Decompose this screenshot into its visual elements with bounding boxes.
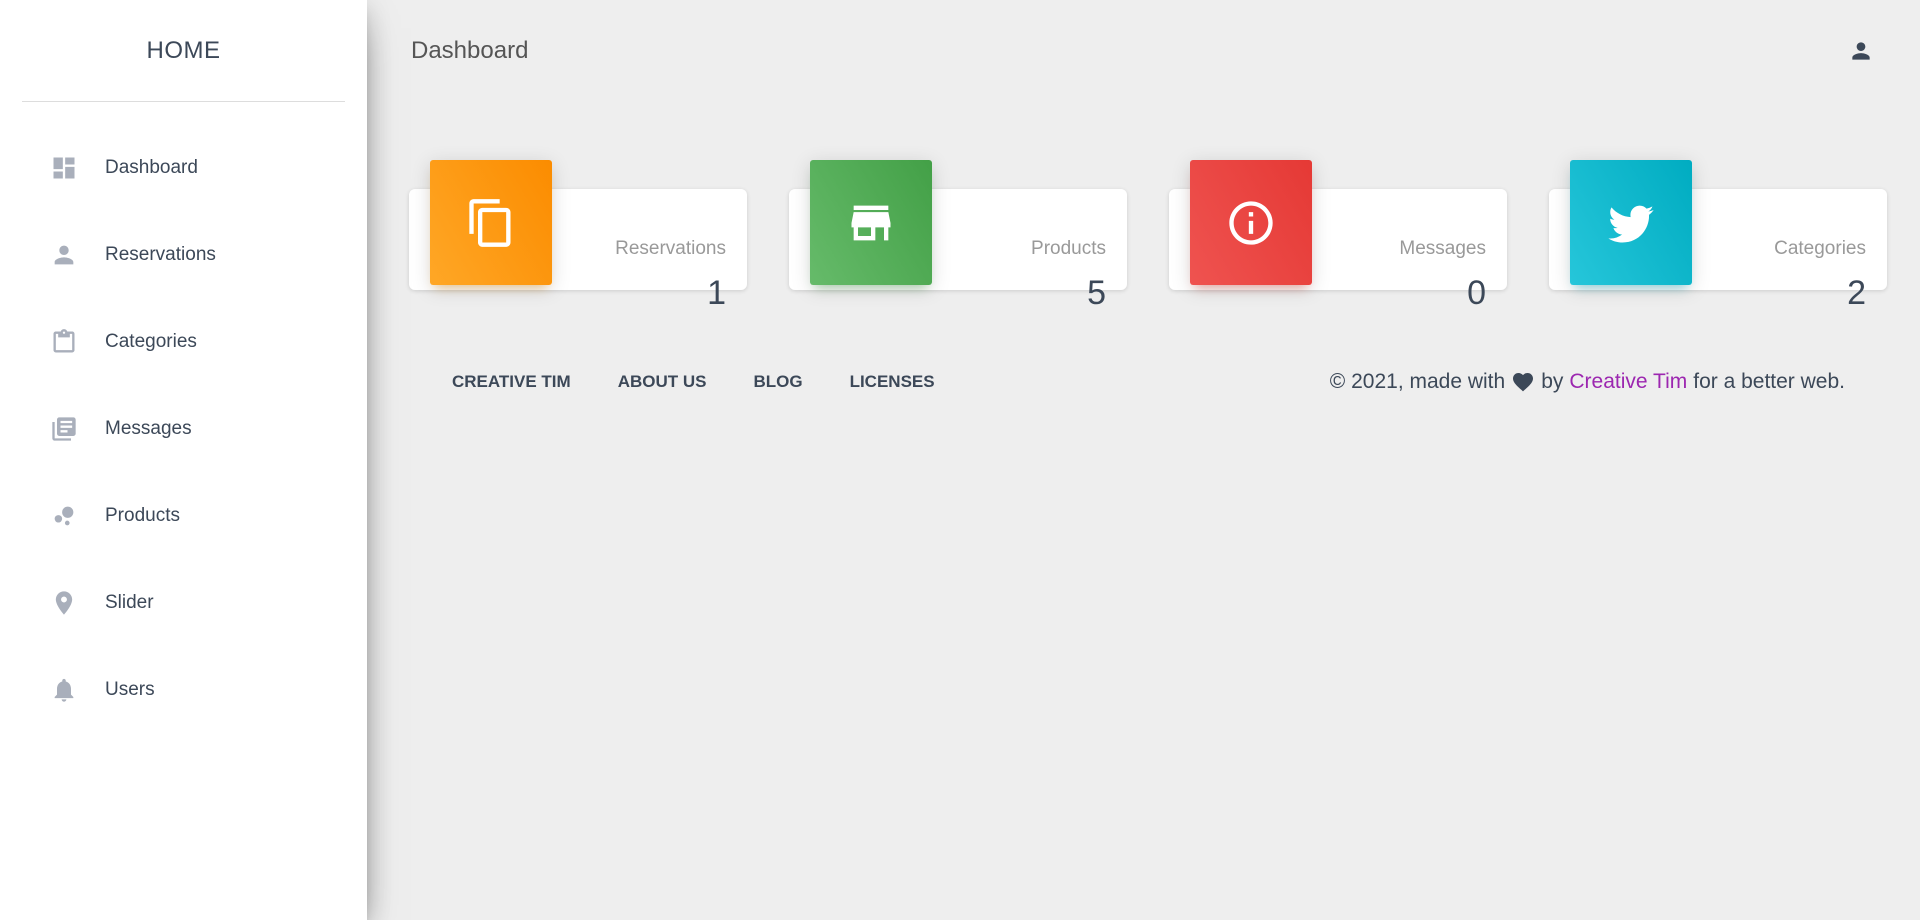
card-value: 0 <box>1467 274 1486 312</box>
sidebar-item-label: Slider <box>105 591 154 613</box>
sidebar-item-label: Products <box>105 504 180 526</box>
bubble-chart-icon <box>49 501 79 531</box>
clipboard-icon <box>49 327 79 357</box>
heart-icon <box>1511 370 1535 394</box>
stat-card-categories: Categories 2 <box>1549 160 1887 312</box>
sidebar-item-categories[interactable]: Categories <box>0 298 367 385</box>
sidebar-item-products[interactable]: Products <box>0 472 367 559</box>
footer-link-blog[interactable]: BLOG <box>753 372 802 392</box>
sidebar-item-label: Dashboard <box>105 156 198 178</box>
sidebar-item-label: Reservations <box>105 243 216 265</box>
sidebar-item-users[interactable]: Users <box>0 646 367 733</box>
copyright-suffix: for a better web. <box>1693 370 1845 393</box>
stat-card-products: Products 5 <box>789 160 1127 312</box>
card-label: Products <box>1031 238 1106 259</box>
stat-card-messages: Messages 0 <box>1169 160 1507 312</box>
copyright-by: by <box>1541 370 1564 393</box>
library-books-icon <box>49 414 79 444</box>
store-icon <box>810 160 932 285</box>
footer-links: CREATIVE TIM ABOUT US BLOG LICENSES <box>409 372 982 392</box>
stats-cards: Reservations 1 Products 5 Messages 0 Cat… <box>409 160 1887 312</box>
info-icon <box>1190 160 1312 285</box>
sidebar-item-slider[interactable]: Slider <box>0 559 367 646</box>
sidebar: HOME Dashboard Reservations Categories M… <box>0 0 367 920</box>
sidebar-item-messages[interactable]: Messages <box>0 385 367 472</box>
user-account-icon[interactable] <box>1846 36 1876 66</box>
card-value: 1 <box>707 274 726 312</box>
copy-icon <box>430 160 552 285</box>
sidebar-item-dashboard[interactable]: Dashboard <box>0 124 367 211</box>
sidebar-item-label: Users <box>105 678 155 700</box>
footer-link-licenses[interactable]: LICENSES <box>850 372 935 392</box>
author-link[interactable]: Creative Tim <box>1569 370 1687 394</box>
card-value: 2 <box>1847 274 1866 312</box>
person-icon <box>49 240 79 270</box>
sidebar-nav: Dashboard Reservations Categories Messag… <box>0 124 367 733</box>
location-pin-icon <box>49 588 79 618</box>
copyright-prefix: © 2021, made with <box>1329 370 1506 393</box>
card-label: Categories <box>1774 238 1866 259</box>
footer-link-about-us[interactable]: ABOUT US <box>618 372 707 392</box>
card-value: 5 <box>1087 274 1106 312</box>
footer: CREATIVE TIM ABOUT US BLOG LICENSES © 20… <box>409 370 1845 394</box>
card-label: Messages <box>1399 238 1486 259</box>
card-label: Reservations <box>615 238 726 259</box>
bell-icon <box>49 675 79 705</box>
sidebar-item-label: Messages <box>105 417 192 439</box>
dashboard-icon <box>49 153 79 183</box>
sidebar-logo[interactable]: HOME <box>22 0 345 102</box>
stat-card-reservations: Reservations 1 <box>409 160 747 312</box>
copyright: © 2021, made with by Creative Tim for a … <box>1330 370 1845 394</box>
sidebar-item-label: Categories <box>105 330 197 352</box>
page-title[interactable]: Dashboard <box>411 37 1846 65</box>
twitter-icon <box>1570 160 1692 285</box>
topbar: Dashboard <box>367 0 1920 102</box>
sidebar-item-reservations[interactable]: Reservations <box>0 211 367 298</box>
footer-link-creative-tim[interactable]: CREATIVE TIM <box>409 372 571 392</box>
